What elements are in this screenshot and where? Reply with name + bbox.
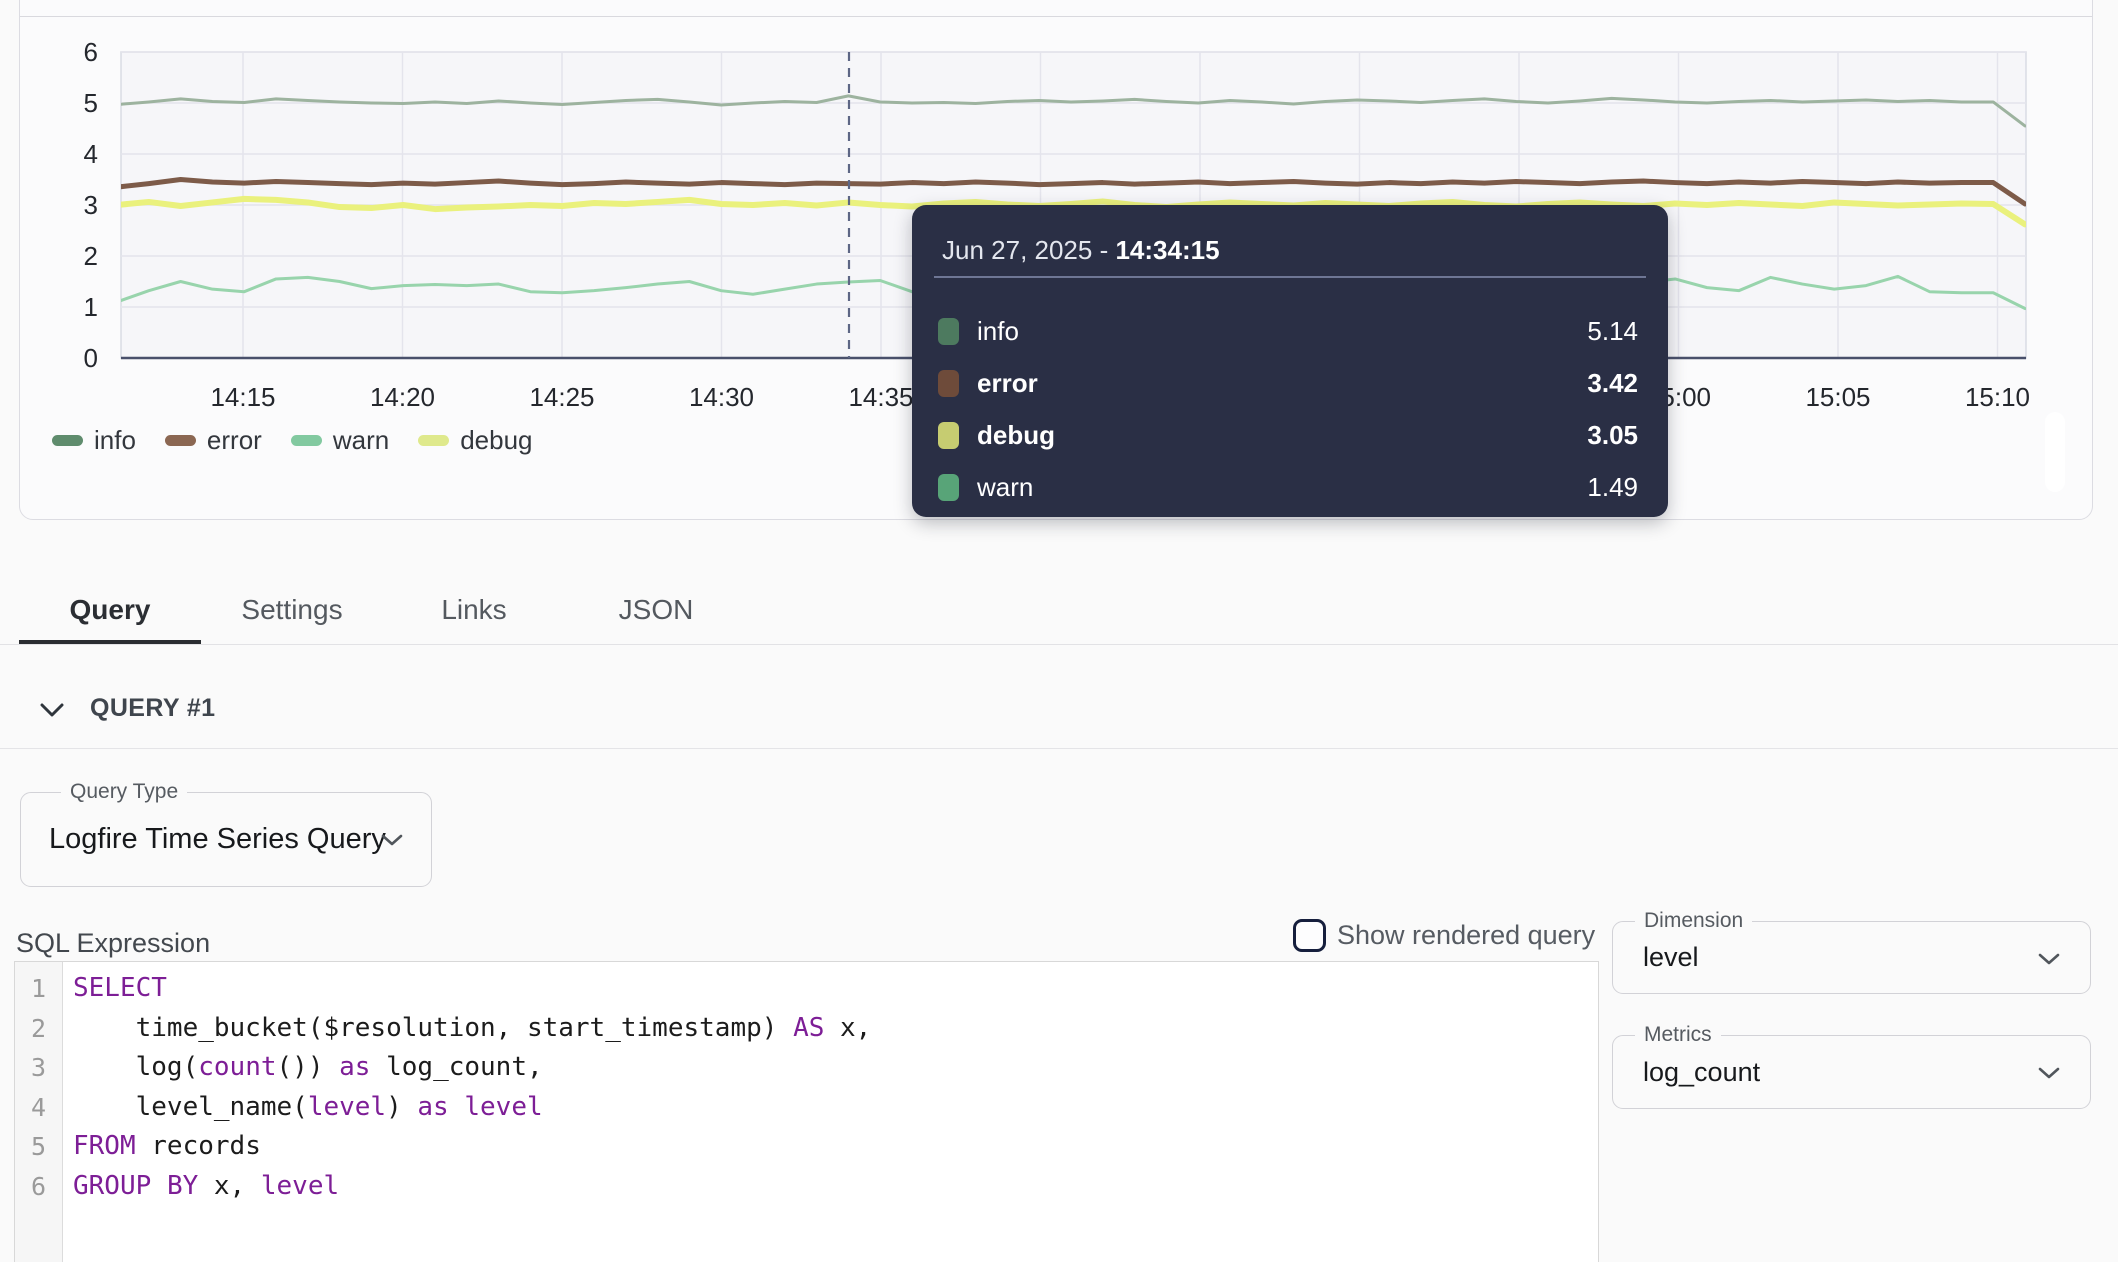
line-number: 4 (15, 1088, 62, 1128)
metrics-label: Metrics (1635, 1024, 1721, 1046)
chevron-down-icon (2038, 953, 2060, 965)
tooltip-divider (934, 276, 1646, 278)
card-top-divider (20, 16, 2092, 17)
tooltip-row-info: info5.14 (912, 305, 1668, 357)
line-number: 5 (15, 1127, 62, 1167)
legend-item-info[interactable]: info (52, 425, 136, 456)
tooltip-timestamp: Jun 27, 2025 - 14:34:15 (942, 235, 1220, 266)
series-swatch-icon (938, 422, 959, 449)
legend-item-warn[interactable]: warn (291, 425, 389, 456)
code-line: FROM records (73, 1127, 871, 1167)
chevron-down-icon (40, 703, 64, 717)
chevron-down-icon (381, 834, 403, 846)
tooltip-row-warn: warn1.49 (912, 461, 1668, 513)
dimension-value: level (1643, 942, 1699, 973)
sql-code-editor[interactable]: 123456 SELECT time_bucket($resolution, s… (14, 961, 1599, 1262)
legend-swatch-icon (291, 435, 322, 446)
dimension-label: Dimension (1635, 910, 1752, 932)
series-swatch-icon (938, 474, 959, 501)
tooltip-series-value: 3.42 (1587, 368, 1638, 399)
chart-legend: info error warn debug (52, 425, 533, 456)
dimension-select[interactable]: Dimension level (1612, 921, 2091, 994)
tooltip-series-label: warn (977, 472, 1587, 503)
code-line: SELECT (73, 969, 871, 1009)
code-line: level_name(level) as level (73, 1088, 871, 1128)
tab-settings[interactable]: Settings (201, 575, 383, 645)
tooltip-series-label: error (977, 368, 1587, 399)
line-number: 1 (15, 969, 62, 1009)
legend-swatch-icon (165, 435, 196, 446)
legend-label: debug (460, 425, 532, 456)
line-number: 6 (15, 1167, 62, 1207)
metrics-value: log_count (1643, 1057, 1760, 1088)
legend-label: warn (333, 425, 389, 456)
section-divider (0, 748, 2118, 749)
show-rendered-query-label: Show rendered query (1337, 920, 1595, 951)
tab-links[interactable]: Links (383, 575, 565, 645)
legend-swatch-icon (52, 435, 83, 446)
series-swatch-icon (938, 318, 959, 345)
query-type-select[interactable]: Query Type Logfire Time Series Query (20, 792, 432, 887)
sql-expression-label: SQL Expression (16, 928, 210, 959)
show-rendered-query-toggle[interactable]: Show rendered query (1293, 919, 1595, 952)
chart-tooltip: Jun 27, 2025 - 14:34:15 info5.14error3.4… (912, 205, 1668, 517)
code-line: GROUP BY x, level (73, 1167, 871, 1207)
legend-swatch-icon (418, 435, 449, 446)
sql-code[interactable]: SELECT time_bucket($resolution, start_ti… (63, 962, 871, 1262)
scrollbar-thumb[interactable] (2045, 412, 2065, 492)
checkbox-icon[interactable] (1293, 919, 1326, 952)
line-number: 3 (15, 1048, 62, 1088)
query-section-toggle[interactable]: QUERY #1 (40, 694, 215, 723)
tooltip-series-value: 3.05 (1587, 420, 1638, 451)
tooltip-series-label: info (977, 316, 1587, 347)
tooltip-series-label: debug (977, 420, 1587, 451)
legend-label: error (207, 425, 262, 456)
tooltip-row-error: error3.42 (912, 357, 1668, 409)
line-number-gutter: 123456 (15, 962, 63, 1262)
series-swatch-icon (938, 370, 959, 397)
line-number: 2 (15, 1009, 62, 1049)
tooltip-series-value: 1.49 (1587, 472, 1638, 503)
metrics-select[interactable]: Metrics log_count (1612, 1035, 2091, 1109)
legend-item-error[interactable]: error (165, 425, 262, 456)
tab-bar-divider (0, 644, 2118, 645)
query-type-label: Query Type (61, 781, 187, 803)
tab-bar: QuerySettingsLinksJSON (19, 575, 747, 645)
tooltip-rows: info5.14error3.42debug3.05warn1.49 (912, 305, 1668, 513)
query-type-value: Logfire Time Series Query (49, 823, 386, 856)
query-section-title: QUERY #1 (90, 694, 215, 723)
tooltip-series-value: 5.14 (1587, 316, 1638, 347)
code-line: time_bucket($resolution, start_timestamp… (73, 1009, 871, 1049)
tooltip-row-debug: debug3.05 (912, 409, 1668, 461)
legend-item-debug[interactable]: debug (418, 425, 532, 456)
code-line: log(count()) as log_count, (73, 1048, 871, 1088)
chevron-down-icon (2038, 1067, 2060, 1079)
tab-query[interactable]: Query (19, 575, 201, 645)
legend-label: info (94, 425, 136, 456)
tab-json[interactable]: JSON (565, 575, 747, 645)
